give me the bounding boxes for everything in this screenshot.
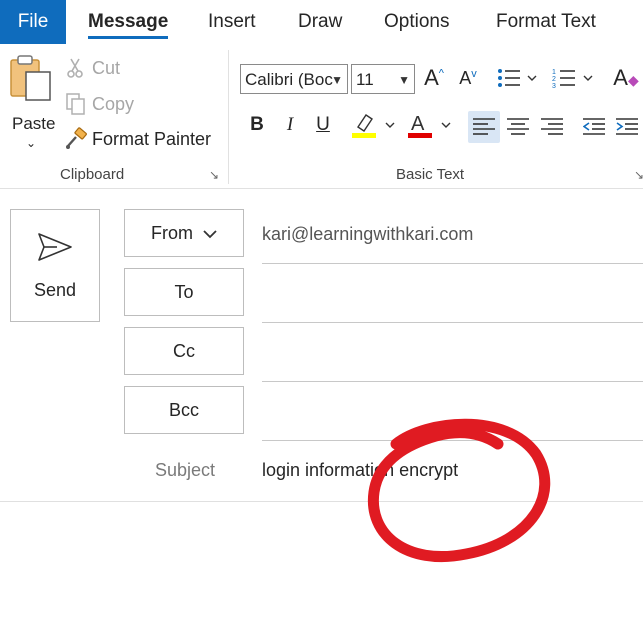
send-label: Send (33, 280, 77, 300)
annotation-circle (367, 418, 551, 563)
bold-button[interactable]: B (243, 111, 271, 139)
scissors-icon (64, 56, 88, 80)
bold-icon: B (250, 114, 264, 135)
from-label: From (151, 222, 193, 243)
format-painter-label: Format Painter (92, 128, 212, 149)
align-left-button[interactable] (468, 111, 500, 143)
grow-font-button[interactable]: A^ (420, 64, 448, 92)
format-painter-button[interactable]: Format Painter (64, 124, 211, 154)
paste-icon (10, 55, 51, 101)
numbering-button[interactable]: 1 2 3 (550, 64, 596, 92)
paste-label: Paste (12, 114, 56, 133)
svg-text:1: 1 (552, 69, 556, 76)
basic-text-group-label: Basic Text (396, 166, 465, 183)
align-center-icon (507, 118, 529, 135)
tab-format-text[interactable]: Format Text (496, 0, 596, 44)
clear-formatting-icon: A◆ (613, 65, 639, 90)
cut-label: Cut (92, 57, 121, 78)
highlight-button[interactable] (350, 111, 398, 139)
italic-button[interactable]: I (276, 111, 304, 139)
copy-label: Copy (92, 93, 135, 114)
align-right-button[interactable] (538, 113, 566, 141)
highlighter-icon (352, 114, 395, 138)
subject-input[interactable]: login information encrypt (262, 460, 458, 481)
bcc-field[interactable] (262, 440, 643, 441)
numbered-list-icon: 1 2 3 (552, 69, 593, 90)
bullets-button[interactable] (494, 64, 540, 92)
active-tab-indicator (88, 36, 168, 39)
paintbrush-icon (64, 127, 88, 151)
shrink-font-icon: Av (459, 67, 477, 88)
underline-button[interactable]: U (309, 111, 337, 139)
cc-field[interactable] (262, 381, 643, 382)
from-value: kari@learningwithkari.com (262, 224, 474, 244)
clipboard-group-label: Clipboard (60, 166, 125, 183)
align-left-icon (473, 118, 495, 135)
tab-file[interactable]: File (0, 0, 66, 44)
font-size-value: 11 (356, 70, 374, 89)
align-right-icon (541, 118, 563, 135)
svg-text:3: 3 (552, 83, 556, 90)
to-label: To (174, 281, 194, 302)
increase-indent-button[interactable] (613, 113, 641, 141)
subject-divider (0, 501, 643, 502)
tab-insert[interactable]: Insert (208, 0, 256, 44)
cut-button[interactable]: Cut (64, 53, 120, 83)
tab-draw[interactable]: Draw (298, 0, 342, 44)
underline-icon: U (316, 114, 330, 135)
font-name-select[interactable]: Calibri (Boc ▼ (240, 64, 348, 94)
decrease-indent-button[interactable] (580, 113, 608, 141)
to-field[interactable] (262, 322, 643, 323)
cc-button[interactable]: Cc (124, 327, 244, 375)
from-button[interactable]: From (124, 209, 244, 257)
dialog-launcher-icon[interactable]: ↘ (634, 168, 643, 182)
to-button[interactable]: To (124, 268, 244, 316)
ribbon: Paste ⌄ Cut Copy Format Painter Clipboar… (0, 44, 643, 189)
chevron-down-icon: ▼ (398, 73, 410, 87)
bullet-list-icon (498, 69, 537, 87)
font-size-select[interactable]: 11 ▼ (351, 64, 415, 94)
copy-button[interactable]: Copy (64, 89, 134, 119)
italic-icon: I (286, 114, 294, 135)
copy-icon (64, 92, 88, 116)
bcc-button[interactable]: Bcc (124, 386, 244, 434)
font-name-value: Calibri (Boc (245, 70, 333, 89)
subject-label: Subject (155, 460, 216, 480)
clear-formatting-button[interactable]: A◆ (612, 64, 640, 92)
dialog-launcher-icon[interactable]: ↘ (209, 168, 219, 182)
from-field-underline (262, 263, 643, 264)
chevron-down-icon (203, 223, 217, 244)
cc-label: Cc (173, 340, 195, 361)
group-divider (228, 50, 229, 184)
bcc-label: Bcc (168, 399, 199, 420)
tab-options[interactable]: Options (384, 0, 449, 44)
grow-font-icon: A^ (424, 65, 444, 90)
send-button[interactable]: Send (10, 209, 100, 322)
ribbon-tab-bar: File Message Insert Draw Options Format … (0, 0, 643, 44)
send-icon (38, 233, 72, 261)
svg-text:2: 2 (552, 76, 556, 83)
chevron-down-icon: ▼ (331, 73, 343, 87)
font-color-icon: A (408, 113, 451, 138)
shrink-font-button[interactable]: Av (454, 64, 482, 92)
chevron-down-icon[interactable]: ⌄ (26, 136, 36, 150)
svg-text:A: A (411, 113, 425, 135)
paste-button[interactable]: Paste ⌄ (4, 52, 56, 156)
decrease-indent-icon (583, 118, 605, 135)
font-color-button[interactable]: A (406, 111, 454, 139)
increase-indent-icon (616, 118, 638, 135)
align-center-button[interactable] (504, 113, 532, 141)
